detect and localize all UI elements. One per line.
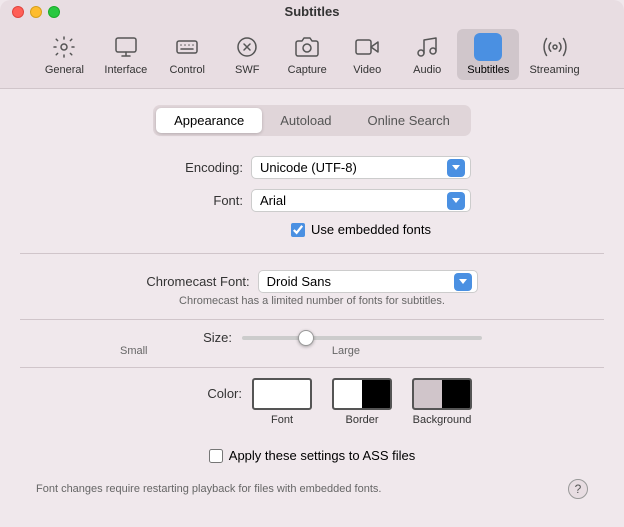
border-color-label: Border [345, 414, 378, 426]
traffic-lights [12, 6, 60, 18]
slider-labels: Small Large [120, 345, 360, 357]
size-small-label: Small [120, 345, 148, 357]
font-select[interactable]: Arial [251, 189, 471, 212]
minimize-button[interactable] [30, 6, 42, 18]
chromecast-section: Chromecast Font: Droid Sans Chromecast h… [20, 270, 604, 320]
chromecast-font-label: Chromecast Font: [146, 274, 249, 289]
encoding-control: Unicode (UTF-8) [251, 156, 471, 179]
tab-bar: Appearance Autoload Online Search [153, 105, 471, 136]
toolbar-item-interface[interactable]: Interface [94, 29, 157, 80]
subtitles-icon [474, 33, 502, 61]
color-label: Color: [152, 378, 242, 401]
border-color-swatch[interactable] [332, 378, 392, 410]
font-control: Arial [251, 189, 471, 212]
help-button[interactable]: ? [568, 479, 588, 499]
size-section: Size: Small Large [20, 330, 604, 368]
toolbar-label-subtitles: Subtitles [467, 64, 509, 76]
chromecast-control: Droid Sans [258, 270, 478, 293]
window-title: Subtitles [285, 4, 340, 19]
camera-icon [293, 33, 321, 61]
toolbar-item-capture[interactable]: Capture [277, 29, 337, 80]
audio-icon [413, 33, 441, 61]
video-icon [353, 33, 381, 61]
font-label: Font: [153, 193, 243, 208]
tab-online-search[interactable]: Online Search [350, 108, 468, 133]
toolbar-label-interface: Interface [104, 64, 147, 76]
maximize-button[interactable] [48, 6, 60, 18]
ass-files-checkbox[interactable] [209, 449, 223, 463]
size-large-label: Large [332, 345, 360, 357]
footer-text: Font changes require restarting playback… [36, 483, 381, 495]
chromecast-select-wrapper: Droid Sans [258, 270, 478, 293]
toolbar-item-audio[interactable]: Audio [397, 29, 457, 80]
encoding-label: Encoding: [153, 160, 243, 175]
streaming-icon [541, 33, 569, 61]
toolbar-item-video[interactable]: Video [337, 29, 397, 80]
size-slider-row: Size: [20, 330, 604, 345]
font-color-item: Font [252, 378, 312, 426]
border-color-item: Border [332, 378, 392, 426]
encoding-select[interactable]: Unicode (UTF-8) [251, 156, 471, 179]
encoding-font-section: Encoding: Unicode (UTF-8) Font: [20, 156, 604, 254]
embedded-fonts-row: Use embedded fonts [118, 222, 604, 237]
background-color-label: Background [413, 414, 472, 426]
background-color-item: Background [412, 378, 472, 426]
toolbar-label-streaming: Streaming [529, 64, 579, 76]
color-row: Color: Font Border [20, 378, 604, 426]
footer: Font changes require restarting playback… [20, 471, 604, 511]
swf-icon [233, 33, 261, 61]
size-slider[interactable] [242, 336, 482, 340]
chromecast-note: Chromecast has a limited number of fonts… [20, 295, 604, 307]
ass-checkbox-row: Apply these settings to ASS files [20, 448, 604, 463]
chromecast-font-select[interactable]: Droid Sans [258, 270, 478, 293]
toolbar: General Interface Control [0, 23, 624, 89]
encoding-select-wrapper: Unicode (UTF-8) [251, 156, 471, 179]
toolbar-item-streaming[interactable]: Streaming [519, 29, 589, 80]
embedded-fonts-label: Use embedded fonts [311, 222, 431, 237]
main-window: Subtitles General Interface [0, 0, 624, 527]
toolbar-item-control[interactable]: Control [157, 29, 217, 80]
interface-icon [112, 33, 140, 61]
toolbar-item-swf[interactable]: SWF [217, 29, 277, 80]
chromecast-row: Chromecast Font: Droid Sans [20, 270, 604, 293]
toolbar-label-general: General [45, 64, 84, 76]
encoding-row: Encoding: Unicode (UTF-8) [20, 156, 604, 179]
size-label: Size: [142, 330, 232, 345]
font-select-wrapper: Arial [251, 189, 471, 212]
title-bar: Subtitles [0, 0, 624, 23]
background-color-swatch[interactable] [412, 378, 472, 410]
toolbar-label-audio: Audio [413, 64, 441, 76]
color-section: Color: Font Border [20, 378, 604, 438]
font-color-swatch[interactable] [252, 378, 312, 410]
color-swatches: Font Border [252, 378, 472, 426]
content-area: Appearance Autoload Online Search Encodi… [0, 89, 624, 527]
toolbar-label-capture: Capture [288, 64, 327, 76]
gear-icon [50, 33, 78, 61]
font-color-label: Font [271, 414, 293, 426]
keyboard-icon [173, 33, 201, 61]
embedded-fonts-checkbox[interactable] [291, 223, 305, 237]
toolbar-item-general[interactable]: General [34, 29, 94, 80]
ass-files-label: Apply these settings to ASS files [229, 448, 415, 463]
toolbar-label-video: Video [353, 64, 381, 76]
toolbar-label-control: Control [170, 64, 205, 76]
font-row: Font: Arial [20, 189, 604, 212]
tab-autoload[interactable]: Autoload [262, 108, 349, 133]
toolbar-item-subtitles[interactable]: Subtitles [457, 29, 519, 80]
toolbar-label-swf: SWF [235, 64, 259, 76]
tab-appearance[interactable]: Appearance [156, 108, 262, 133]
close-button[interactable] [12, 6, 24, 18]
